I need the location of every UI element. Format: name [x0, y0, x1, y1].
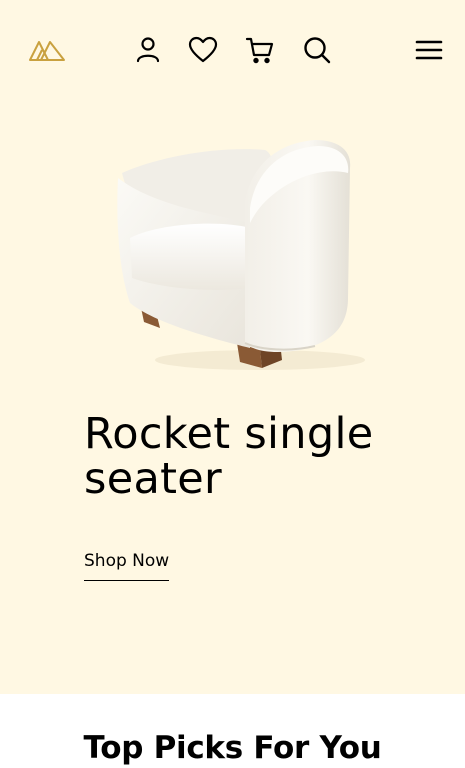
- hero-banner: Rocket single seater Shop Now: [0, 0, 465, 694]
- menu-icon[interactable]: [414, 35, 444, 65]
- search-icon[interactable]: [302, 35, 332, 65]
- armchair-image: [117, 140, 365, 370]
- site-header: [0, 0, 465, 100]
- section-title: Top Picks For You: [83, 730, 382, 766]
- shop-now-link[interactable]: Shop Now: [84, 550, 170, 581]
- heart-icon[interactable]: [188, 35, 218, 65]
- hero-title: Rocket single seater: [84, 409, 374, 504]
- user-icon[interactable]: [133, 35, 163, 65]
- brand-logo-icon[interactable]: [28, 38, 66, 62]
- cart-icon[interactable]: [245, 35, 275, 65]
